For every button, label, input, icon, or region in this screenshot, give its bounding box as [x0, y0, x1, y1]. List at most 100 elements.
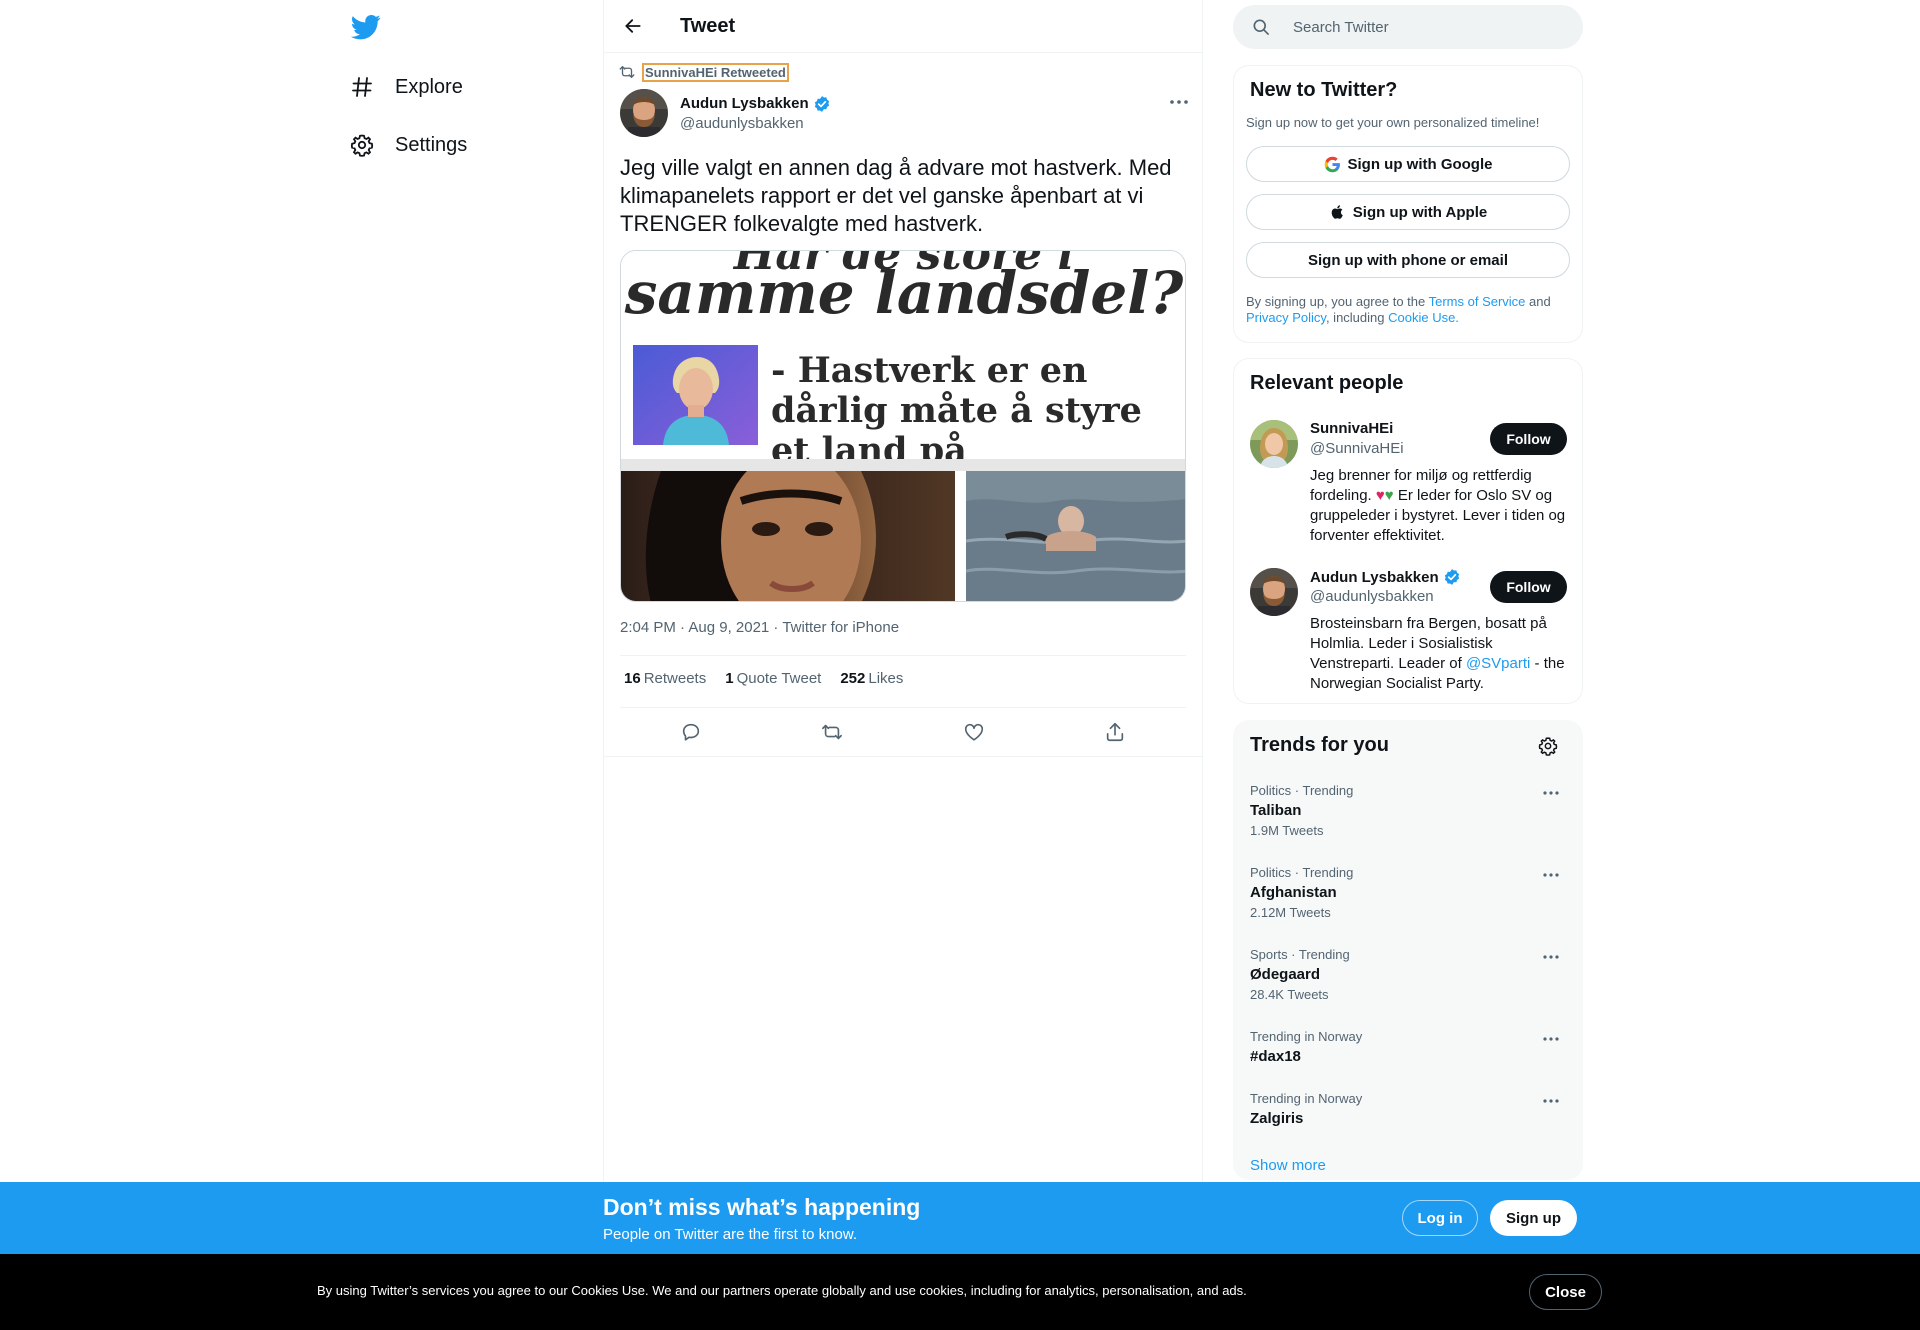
trend-more-button[interactable] [1540, 947, 1562, 967]
red-heart-icon: ♥ [1375, 487, 1385, 504]
person-bio: Brosteinsbarn fra Bergen, bosatt på Holm… [1310, 614, 1572, 694]
page-title: Tweet [680, 14, 736, 37]
search-icon [1253, 19, 1269, 35]
author-name[interactable]: Audun Lysbakken [680, 95, 809, 112]
back-button[interactable] [616, 9, 650, 43]
cookie-close-button[interactable]: Close [1529, 1274, 1602, 1310]
follow-button[interactable]: Follow [1490, 571, 1567, 603]
card-subtitle: Sign up now to get your own personalized… [1246, 115, 1540, 130]
trend-category: Trending in Norway [1250, 1091, 1363, 1106]
more-icon [1543, 1099, 1559, 1103]
legal-prefix: By signing up, you agree to the [1246, 294, 1429, 309]
cookie-use-link[interactable]: Cookie Use. [1388, 310, 1459, 325]
apple-icon [1329, 203, 1347, 221]
trend-item[interactable]: Trending in Norway #dax18 [1250, 1029, 1570, 1065]
retweets-stat[interactable]: 16 Retweets [624, 670, 706, 687]
media-newspaper-clipping: Har de store i samme landsdel? - Hastver… [621, 251, 1185, 471]
signup-apple-button[interactable]: Sign up with Apple [1246, 194, 1570, 230]
more-options-button[interactable] [1164, 92, 1194, 112]
retweet-context: SunnivaHEi Retweeted [618, 62, 789, 82]
divider [604, 756, 1202, 757]
login-button[interactable]: Log in [1402, 1200, 1478, 1236]
trend-name: Zalgiris [1250, 1110, 1304, 1127]
likes-stat[interactable]: 252 Likes [840, 670, 903, 687]
person-handle[interactable]: @audunlysbakken [1310, 588, 1434, 605]
trend-more-button[interactable] [1540, 1091, 1562, 1111]
more-icon [1543, 873, 1559, 877]
legal-including: , including [1325, 310, 1389, 325]
trend-name: Afghanistan [1250, 884, 1337, 901]
back-arrow-icon [625, 19, 641, 33]
new-to-twitter-card: New to Twitter? Sign up now to get your … [1233, 65, 1583, 343]
trends-card: Trends for you Politics · Trending Talib… [1233, 720, 1583, 1180]
privacy-link[interactable]: Privacy Policy [1246, 310, 1326, 325]
tweet-media[interactable]: Har de store i samme landsdel? - Hastver… [620, 250, 1186, 602]
more-icon [1170, 100, 1188, 104]
trend-name: #dax18 [1250, 1048, 1301, 1065]
avatar[interactable] [1250, 568, 1298, 616]
reply-button[interactable] [679, 720, 703, 744]
like-button[interactable] [962, 720, 986, 744]
quotes-count: 1 [725, 670, 734, 687]
card-title: Trends for you [1250, 734, 1389, 756]
signup-apple-label: Sign up with Apple [1352, 203, 1488, 221]
retweet-icon [619, 66, 635, 78]
retweets-count: 16 [624, 670, 641, 687]
twitter-logo-icon[interactable] [350, 12, 381, 42]
share-button[interactable] [1103, 720, 1127, 744]
trend-item[interactable]: Politics · Trending Taliban 1.9M Tweets [1250, 783, 1570, 838]
signup-google-button[interactable]: Sign up with Google [1246, 146, 1570, 182]
retweets-label: Retweets [643, 670, 707, 687]
signup-phone-email-button[interactable]: Sign up with phone or email [1246, 242, 1570, 278]
more-icon [1543, 791, 1559, 795]
search-input[interactable] [1293, 18, 1553, 36]
retweet-button[interactable] [820, 720, 844, 744]
svparti-link[interactable]: @SVparti [1466, 655, 1530, 672]
follow-button[interactable]: Follow [1490, 423, 1567, 455]
tweet-stats: 16 Retweets 1 Quote Tweet 252 Likes [624, 670, 922, 687]
tweet-author[interactable]: Audun Lysbakken @audunlysbakken [620, 89, 831, 137]
likes-label: Likes [868, 670, 904, 687]
trend-item[interactable]: Politics · Trending Afghanistan 2.12M Tw… [1250, 865, 1570, 920]
cookie-consent-bar: By using Twitter’s services you agree to… [0, 1254, 1920, 1330]
more-icon [1543, 1037, 1559, 1041]
signup-button[interactable]: Sign up [1490, 1200, 1577, 1236]
terms-link[interactable]: Terms of Service [1429, 294, 1526, 309]
avatar[interactable] [620, 89, 668, 137]
media-photo-swimmer [965, 471, 1185, 601]
trend-name: Ødegaard [1250, 966, 1321, 983]
trend-category: Politics · Trending [1250, 783, 1354, 798]
person-name[interactable]: SunnivaHEi [1310, 420, 1393, 437]
quote-tweets-stat[interactable]: 1 Quote Tweet [725, 670, 821, 687]
signup-banner: Don’t miss what’s happening People on Tw… [0, 1182, 1920, 1254]
share-icon [1107, 722, 1124, 742]
person-name[interactable]: Audun Lysbakken [1310, 569, 1439, 586]
trend-more-button[interactable] [1540, 865, 1562, 885]
card-title: New to Twitter? [1250, 79, 1398, 101]
cookie-notice-text: By using Twitter’s services you agree to… [317, 1283, 1247, 1298]
show-more-link[interactable]: Show more [1250, 1157, 1326, 1174]
trend-item[interactable]: Trending in Norway Zalgiris [1250, 1091, 1570, 1127]
retweeted-by-link[interactable]: SunnivaHEi Retweeted [642, 62, 789, 82]
signup-legal-text: By signing up, you agree to the Terms of… [1246, 294, 1572, 326]
trend-more-button[interactable] [1540, 783, 1562, 803]
trend-item[interactable]: Sports · Trending Ødegaard 28.4K Tweets [1250, 947, 1570, 1002]
divider [620, 655, 1186, 656]
tweet-timestamp[interactable]: 2:04 PM · Aug 9, 2021 · Twitter for iPho… [620, 619, 899, 636]
avatar[interactable] [1250, 420, 1298, 468]
left-navigation: Explore Settings [337, 0, 597, 1330]
reply-icon [682, 723, 699, 741]
person-handle[interactable]: @SunnivaHEi [1310, 440, 1404, 457]
trends-settings-button[interactable] [1538, 736, 1560, 758]
author-handle[interactable]: @audunlysbakken [680, 115, 831, 132]
nav-item-explore[interactable]: Explore [349, 62, 479, 112]
search-bar[interactable] [1233, 5, 1583, 49]
legal-and: and [1525, 294, 1551, 309]
card-title: Relevant people [1250, 372, 1404, 394]
tweet-actions [620, 720, 1186, 744]
hashtag-icon [349, 74, 375, 100]
person-bio: Jeg brenner for miljø og rettferdig ford… [1310, 466, 1572, 546]
google-icon [1324, 155, 1342, 173]
trend-more-button[interactable] [1540, 1029, 1562, 1049]
nav-item-settings[interactable]: Settings [349, 120, 483, 170]
